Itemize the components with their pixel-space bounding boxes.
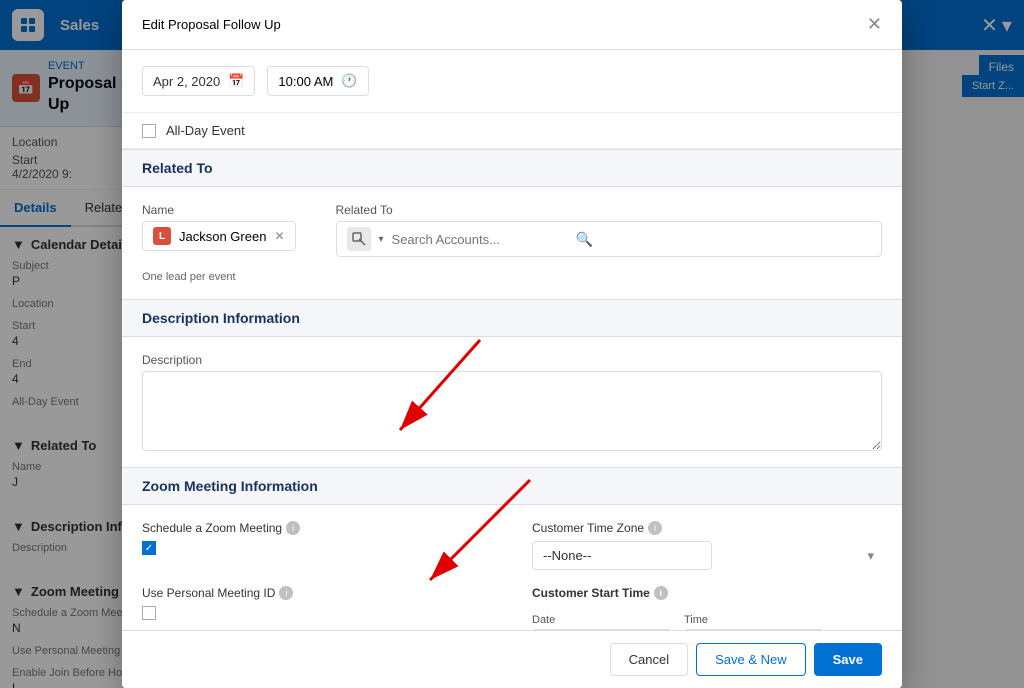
related-to-form-label: Related To bbox=[336, 203, 883, 217]
description-field: Description bbox=[142, 353, 882, 451]
zoom-form: Schedule a Zoom Meeting i ✓ Customer Tim… bbox=[122, 505, 902, 630]
zoom-row-1: Schedule a Zoom Meeting i ✓ Customer Tim… bbox=[142, 521, 882, 570]
personal-id-checkbox[interactable] bbox=[142, 606, 156, 620]
all-day-label: All-Day Event bbox=[166, 123, 245, 138]
customer-time-wrapper: Time 🕐 bbox=[684, 614, 824, 630]
lead-icon: L bbox=[153, 227, 171, 245]
customer-time-label: Time bbox=[684, 614, 824, 626]
description-form: Description bbox=[122, 337, 902, 467]
schedule-zoom-label: Schedule a Zoom Meeting i bbox=[142, 521, 492, 535]
zoom-section-header: Zoom Meeting Information bbox=[122, 467, 902, 505]
customer-start-time-field: Customer Start Time i Date 📅 T bbox=[532, 586, 882, 630]
modal-close-button[interactable]: ✕ bbox=[867, 14, 882, 35]
customer-timezone-label: Customer Time Zone i bbox=[532, 521, 882, 535]
personal-id-checkbox-row bbox=[142, 606, 492, 620]
description-section-header: Description Information bbox=[122, 299, 902, 337]
start-time-info-icon[interactable]: i bbox=[654, 586, 668, 600]
related-to-form-row: Name L Jackson Green ✕ Related To bbox=[142, 203, 882, 257]
clock-icon: 🕐 bbox=[341, 73, 357, 89]
personal-id-label: Use Personal Meeting ID i bbox=[142, 586, 492, 600]
schedule-zoom-checkbox[interactable]: ✓ bbox=[142, 541, 156, 555]
timezone-select[interactable]: --None-- bbox=[532, 541, 712, 570]
contact-name-tag[interactable]: L Jackson Green ✕ bbox=[142, 221, 296, 251]
description-label: Description bbox=[142, 353, 882, 367]
modal-footer: Cancel Save & New Save bbox=[122, 630, 902, 688]
search-accounts-text[interactable] bbox=[392, 232, 568, 247]
modal-overlay: Edit Proposal Follow Up ✕ Apr 2, 2020 📅 … bbox=[0, 0, 1024, 688]
remove-contact-button[interactable]: ✕ bbox=[274, 229, 284, 243]
save-button[interactable]: Save bbox=[814, 643, 882, 676]
calendar-icon: 📅 bbox=[228, 73, 244, 89]
dropdown-icon: ▾ bbox=[379, 234, 384, 245]
description-textarea[interactable] bbox=[142, 371, 882, 451]
name-label: Name bbox=[142, 203, 296, 217]
timezone-select-wrapper: --None-- bbox=[532, 541, 882, 570]
modal-body[interactable]: Apr 2, 2020 📅 10:00 AM 🕐 All-Day Event R… bbox=[122, 50, 902, 630]
personal-id-info-icon[interactable]: i bbox=[279, 586, 293, 600]
cancel-button[interactable]: Cancel bbox=[610, 643, 688, 676]
customer-date-wrapper: Date 📅 bbox=[532, 614, 672, 630]
lookup-icon bbox=[347, 227, 371, 251]
date-value: Apr 2, 2020 bbox=[153, 74, 220, 89]
save-new-button[interactable]: Save & New bbox=[696, 643, 806, 676]
modal-header: Edit Proposal Follow Up ✕ bbox=[122, 0, 902, 50]
personal-id-field: Use Personal Meeting ID i bbox=[142, 586, 492, 630]
search-magnifier-icon: 🔍 bbox=[576, 231, 593, 248]
date-time-row: Apr 2, 2020 📅 10:00 AM 🕐 bbox=[122, 50, 902, 113]
schedule-zoom-field: Schedule a Zoom Meeting i ✓ bbox=[142, 521, 492, 570]
related-to-field: Related To ▾ 🔍 bbox=[336, 203, 883, 257]
name-field: Name L Jackson Green ✕ bbox=[142, 203, 296, 251]
modal-title: Edit Proposal Follow Up bbox=[142, 17, 281, 32]
customer-date-time-row: Date 📅 Time 🕐 bbox=[532, 614, 882, 630]
schedule-zoom-checkbox-row: ✓ bbox=[142, 541, 492, 555]
customer-timezone-field: Customer Time Zone i --None-- bbox=[532, 521, 882, 570]
customer-start-time-label: Customer Start Time i bbox=[532, 586, 882, 600]
one-lead-text: One lead per event bbox=[142, 271, 882, 283]
timezone-info-icon[interactable]: i bbox=[648, 521, 662, 535]
time-input[interactable]: 10:00 AM 🕐 bbox=[267, 66, 368, 96]
schedule-zoom-info-icon[interactable]: i bbox=[286, 521, 300, 535]
edit-modal: Edit Proposal Follow Up ✕ Apr 2, 2020 📅 … bbox=[122, 0, 902, 688]
date-input[interactable]: Apr 2, 2020 📅 bbox=[142, 66, 255, 96]
contact-name-value: Jackson Green bbox=[179, 229, 266, 244]
related-to-form: Name L Jackson Green ✕ Related To bbox=[122, 187, 902, 299]
search-accounts-input[interactable]: ▾ 🔍 bbox=[336, 221, 883, 257]
customer-date-label: Date bbox=[532, 614, 672, 626]
all-day-row: All-Day Event bbox=[122, 113, 902, 149]
related-to-section-header: Related To bbox=[122, 149, 902, 187]
time-value: 10:00 AM bbox=[278, 74, 333, 89]
zoom-row-2: Use Personal Meeting ID i Customer Start… bbox=[142, 586, 882, 630]
all-day-checkbox[interactable] bbox=[142, 124, 156, 138]
